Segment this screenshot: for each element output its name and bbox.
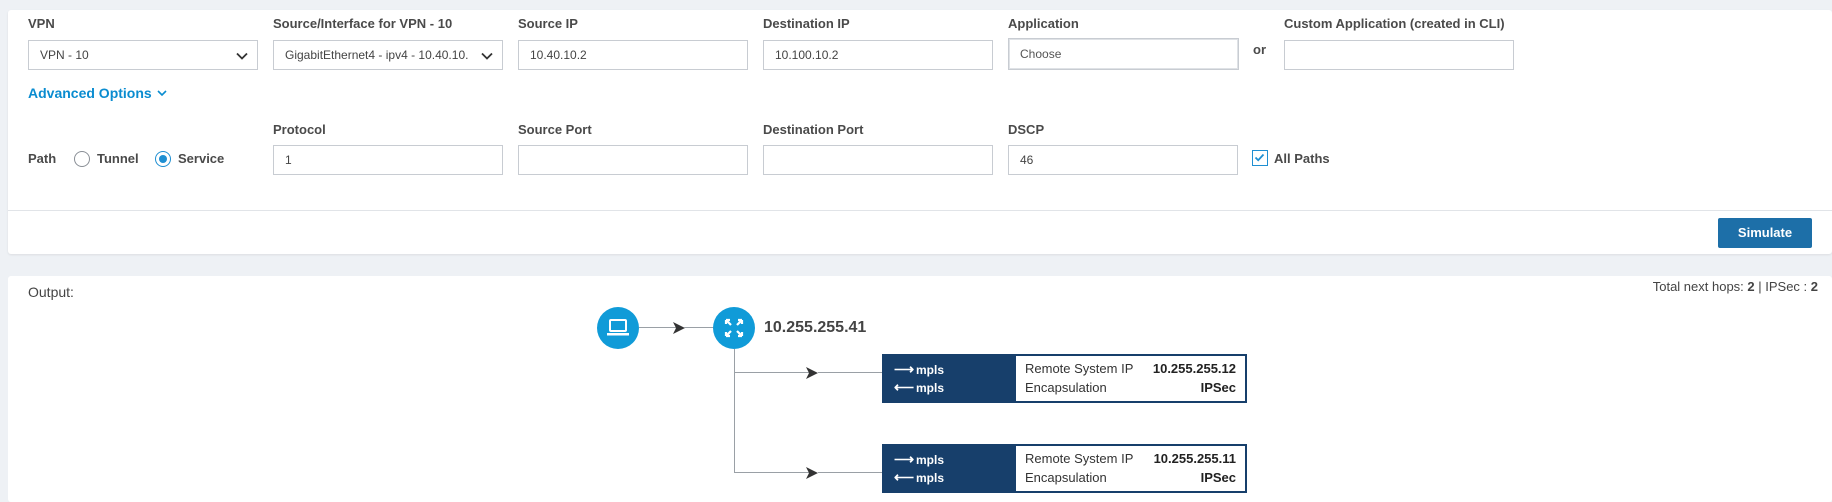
path-service-radio[interactable]	[155, 151, 171, 167]
simulate-button[interactable]: Simulate	[1718, 218, 1812, 248]
encapsulation-label: Encapsulation	[1025, 470, 1107, 485]
path-label: Path	[28, 151, 57, 166]
source-port-input[interactable]	[518, 145, 748, 175]
application-label: Application	[1008, 16, 1079, 31]
path-tunnel-radio[interactable]	[74, 151, 90, 167]
destination-ip-value: 10.100.10.2	[775, 48, 839, 62]
custom-application-input[interactable]	[1284, 40, 1514, 70]
incoming-color: mpls	[916, 471, 945, 485]
arrow-right-icon	[806, 367, 818, 379]
remote-system-ip-value: 10.255.255.12	[1152, 361, 1236, 376]
source-port-label: Source Port	[518, 122, 592, 137]
custom-application-label: Custom Application (created in CLI)	[1284, 16, 1505, 31]
laptop-icon	[607, 319, 629, 336]
incoming-color: mpls	[916, 381, 945, 395]
outgoing-color: mpls	[916, 363, 945, 377]
router-node[interactable]	[713, 307, 755, 349]
all-paths-label: All Paths	[1274, 151, 1330, 166]
encapsulation-value: IPSec	[1200, 470, 1236, 485]
next-hop-card[interactable]: ⟶ mpls ⟵ mpls Remote System IP 10.255.255.…	[882, 354, 1247, 403]
router-icon	[724, 318, 744, 338]
next-hop-card[interactable]: ⟶ mpls ⟵ mpls Remote System IP 10.255.255.…	[882, 444, 1247, 493]
all-paths-checkbox[interactable]	[1252, 150, 1268, 166]
advanced-options-label: Advanced Options	[28, 85, 152, 101]
advanced-options-toggle[interactable]: Advanced Options	[28, 85, 167, 103]
arrow-right-icon: ⟶	[894, 451, 915, 467]
path-tunnel-label: Tunnel	[97, 151, 139, 166]
vpn-label: VPN	[28, 16, 55, 31]
arrow-right-icon: ⟶	[894, 361, 915, 377]
encapsulation-label: Encapsulation	[1025, 380, 1107, 395]
arrow-right-icon	[806, 467, 818, 479]
arrow-right-icon	[673, 322, 685, 334]
incoming-color-row: ⟵ mpls	[894, 379, 944, 395]
outgoing-color: mpls	[916, 453, 945, 467]
dscp-input[interactable]: 46	[1008, 145, 1238, 175]
link-line	[818, 372, 888, 373]
destination-ip-input[interactable]: 10.100.10.2	[763, 40, 993, 70]
dscp-value: 46	[1020, 153, 1034, 167]
checkbox-check-icon	[1254, 153, 1265, 162]
output-panel: Output: Total next hops: 2 | IPSec : 2 1…	[8, 276, 1832, 502]
output-label: Output:	[28, 284, 74, 300]
vpn-select-value: VPN - 10	[40, 48, 89, 62]
chevron-down-icon	[157, 90, 167, 97]
link-line	[818, 472, 888, 473]
protocol-value: 1	[285, 153, 292, 167]
destination-ip-label: Destination IP	[763, 16, 850, 31]
form-divider	[8, 210, 1832, 211]
encapsulation-value: IPSec	[1200, 380, 1236, 395]
outgoing-color-row: ⟶ mpls	[894, 361, 944, 377]
simulate-flows-form: VPN Source/Interface for VPN - 10 Source…	[8, 10, 1832, 254]
source-host-node[interactable]	[597, 307, 639, 349]
destination-port-label: Destination Port	[763, 122, 864, 137]
protocol-input[interactable]: 1	[273, 145, 503, 175]
output-summary: Total next hops: 2 | IPSec : 2	[1653, 279, 1818, 294]
application-placeholder: Choose	[1020, 47, 1062, 61]
protocol-label: Protocol	[273, 122, 326, 137]
remote-system-ip-label: Remote System IP	[1025, 361, 1134, 376]
source-ip-label: Source IP	[518, 16, 578, 31]
source-interface-select[interactable]: GigabitEthernet4 - ipv4 - 10.40.10.	[273, 40, 503, 70]
ipsec-count-value: 2	[1810, 279, 1818, 294]
destination-port-input[interactable]	[763, 145, 993, 175]
chevron-down-icon	[481, 52, 493, 60]
dscp-label: DSCP	[1008, 122, 1045, 137]
remote-system-ip-value: 10.255.255.11	[1153, 451, 1236, 466]
tree-trunk-line	[734, 349, 735, 473]
total-hops-value: 2	[1747, 279, 1755, 294]
source-ip-value: 10.40.10.2	[530, 48, 587, 62]
outgoing-color-row: ⟶ mpls	[894, 451, 944, 467]
link-line	[734, 472, 809, 473]
link-line	[734, 372, 809, 373]
hop-colors: ⟶ mpls ⟵ mpls	[884, 446, 1016, 491]
incoming-color-row: ⟵ mpls	[894, 469, 944, 485]
source-interface-select-value: GigabitEthernet4 - ipv4 - 10.40.10.	[285, 48, 469, 62]
or-text: or	[1253, 42, 1266, 57]
source-ip-input[interactable]: 10.40.10.2	[518, 40, 748, 70]
source-interface-label: Source/Interface for VPN - 10	[273, 16, 453, 31]
ipsec-sep-text: | IPSec :	[1754, 279, 1811, 294]
chevron-down-icon	[236, 52, 248, 60]
application-select[interactable]: Choose	[1008, 38, 1239, 70]
hop-colors: ⟶ mpls ⟵ mpls	[884, 356, 1016, 401]
path-service-label: Service	[178, 151, 225, 166]
router-ip: 10.255.255.41	[764, 319, 867, 336]
arrow-left-icon: ⟵	[894, 379, 915, 395]
remote-system-ip-label: Remote System IP	[1025, 451, 1134, 466]
total-hops-text: Total next hops:	[1652, 279, 1748, 294]
arrow-left-icon: ⟵	[894, 469, 915, 485]
vpn-select[interactable]: VPN - 10	[28, 40, 258, 70]
